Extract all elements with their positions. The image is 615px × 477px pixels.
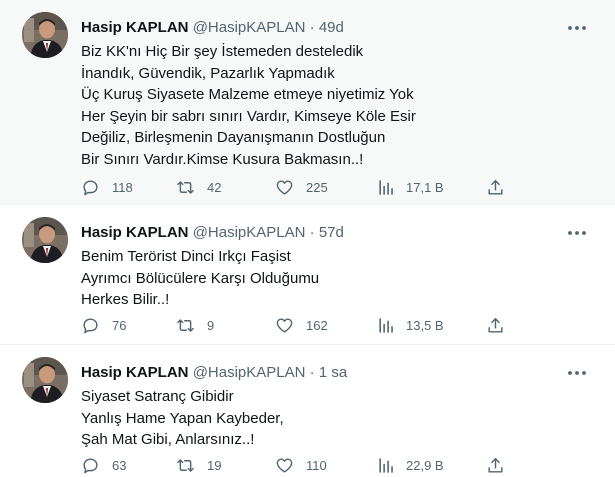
reply-button[interactable]: 76 (81, 313, 126, 337)
tweet-time[interactable]: 1 sa (319, 364, 347, 381)
like-count: 110 (306, 457, 327, 473)
like-button[interactable]: 110 (275, 453, 327, 477)
more-icon[interactable] (565, 361, 589, 385)
tweet-text: Benim Terörist Dinci Irkçı Faşist Ayrımcı… (81, 246, 319, 311)
tweet-header: Hasip KAPLAN @HasipKAPLAN · 1 sa (81, 364, 347, 382)
reply-button[interactable]: 118 (81, 175, 133, 199)
timeline: Hasip KAPLAN @HasipKAPLAN · 49d Biz KK'n… (0, 0, 615, 477)
tweet-text: Siyaset Satranç Gibidir Yanlış Hame Yapan… (81, 386, 284, 451)
retweet-icon (177, 458, 194, 472)
tweet[interactable]: Hasip KAPLAN @HasipKAPLAN · 57d Benim Te… (0, 205, 615, 345)
share-icon (488, 317, 503, 333)
retweet-button[interactable]: 42 (176, 175, 221, 199)
reply-count: 76 (112, 317, 127, 333)
heart-icon (276, 179, 293, 195)
retweet-count: 42 (207, 179, 222, 195)
action-bar: 118 42 225 17,1 B (81, 175, 511, 199)
user-handle[interactable]: @HasipKAPLAN (193, 224, 306, 241)
tweet-text-line: Şah Mat Gibi, Anlarsınız..! (81, 431, 255, 448)
tweet-header: Hasip KAPLAN @HasipKAPLAN · 49d (81, 19, 344, 37)
action-bar: 76 9 162 13,5 B (81, 313, 511, 337)
tweet-time[interactable]: 49d (319, 19, 344, 36)
user-handle[interactable]: @HasipKAPLAN (193, 19, 306, 36)
avatar[interactable] (22, 12, 68, 58)
reply-icon (83, 457, 98, 473)
like-button[interactable]: 225 (275, 175, 328, 199)
views-icon (379, 317, 393, 333)
tweet-text-line: Biz KK'nı Hiç Bir şey İstemeden desteled… (81, 43, 364, 60)
more-icon[interactable] (565, 221, 589, 245)
display-name[interactable]: Hasip KAPLAN (81, 224, 189, 241)
share-icon (488, 457, 503, 473)
user-handle[interactable]: @HasipKAPLAN (193, 364, 306, 381)
views-button[interactable]: 17,1 B (377, 175, 444, 199)
reply-count: 63 (112, 457, 127, 473)
view-count: 22,9 B (406, 457, 444, 473)
tweet-text-line: Her Şeyin bir sabrı sınırı Vardır, Kimse… (81, 107, 416, 125)
avatar[interactable] (22, 217, 68, 263)
tweet-text-line: Üç Kuruş Siyasete Malzeme etmeye niyetim… (81, 86, 414, 103)
retweet-button[interactable]: 9 (176, 313, 214, 337)
view-count: 17,1 B (406, 179, 444, 195)
share-button[interactable] (486, 453, 505, 477)
action-bar: 63 19 110 22,9 B (81, 453, 511, 477)
display-name[interactable]: Hasip KAPLAN (81, 19, 189, 36)
tweet-text-line: İnandık, Güvendik, Pazarlık Yapmadık (81, 64, 335, 82)
separator-dot: · (309, 364, 315, 381)
retweet-icon (177, 180, 194, 194)
more-icon[interactable] (565, 16, 589, 40)
view-count: 13,5 B (406, 317, 444, 333)
like-count: 162 (306, 317, 328, 333)
display-name[interactable]: Hasip KAPLAN (81, 364, 189, 381)
tweet-header: Hasip KAPLAN @HasipKAPLAN · 57d (81, 224, 344, 242)
views-icon (379, 179, 393, 195)
tweet[interactable]: Hasip KAPLAN @HasipKAPLAN · 49d Biz KK'n… (0, 0, 615, 205)
share-icon (488, 179, 503, 195)
retweet-count: 9 (207, 317, 215, 333)
tweet-text-line: Benim Terörist Dinci Irkçı Faşist (81, 248, 291, 265)
views-icon (379, 457, 393, 473)
tweet-time[interactable]: 57d (319, 224, 344, 241)
like-count: 225 (306, 179, 328, 195)
tweet-text-line: Herkes Bilir..! (81, 291, 170, 308)
share-button[interactable] (486, 175, 505, 199)
retweet-icon (177, 318, 194, 332)
share-button[interactable] (486, 313, 505, 337)
tweet[interactable]: Hasip KAPLAN @HasipKAPLAN · 1 sa Siyaset… (0, 345, 615, 477)
like-button[interactable]: 162 (275, 313, 328, 337)
reply-icon (83, 179, 98, 195)
tweet-text-line: Siyaset Satranç Gibidir (81, 388, 234, 405)
reply-count: 118 (112, 179, 133, 195)
tweet-text-line: Ayrımcı Bölücülere Karşı Olduğumu (81, 269, 320, 287)
views-button[interactable]: 13,5 B (377, 313, 444, 337)
heart-icon (276, 317, 293, 333)
separator-dot: · (309, 224, 315, 241)
reply-button[interactable]: 63 (81, 453, 126, 477)
tweet-text-line: Değiliz, Birleşmenin Dayanışmanın Dostlu… (81, 129, 386, 146)
retweet-count: 19 (207, 457, 222, 473)
separator-dot: · (309, 19, 315, 36)
retweet-button[interactable]: 19 (176, 453, 221, 477)
tweet-text-line: Yanlış Hame Yapan Kaybeder, (81, 409, 284, 427)
heart-icon (276, 457, 293, 473)
views-button[interactable]: 22,9 B (377, 453, 444, 477)
tweet-text: Biz KK'nı Hiç Bir şey İstemeden desteled… (81, 41, 416, 170)
reply-icon (83, 317, 98, 333)
tweet-text-line: Bir Sınırı Vardır.Kimse Kusura Bakmasın.… (81, 150, 364, 168)
avatar[interactable] (22, 357, 68, 403)
